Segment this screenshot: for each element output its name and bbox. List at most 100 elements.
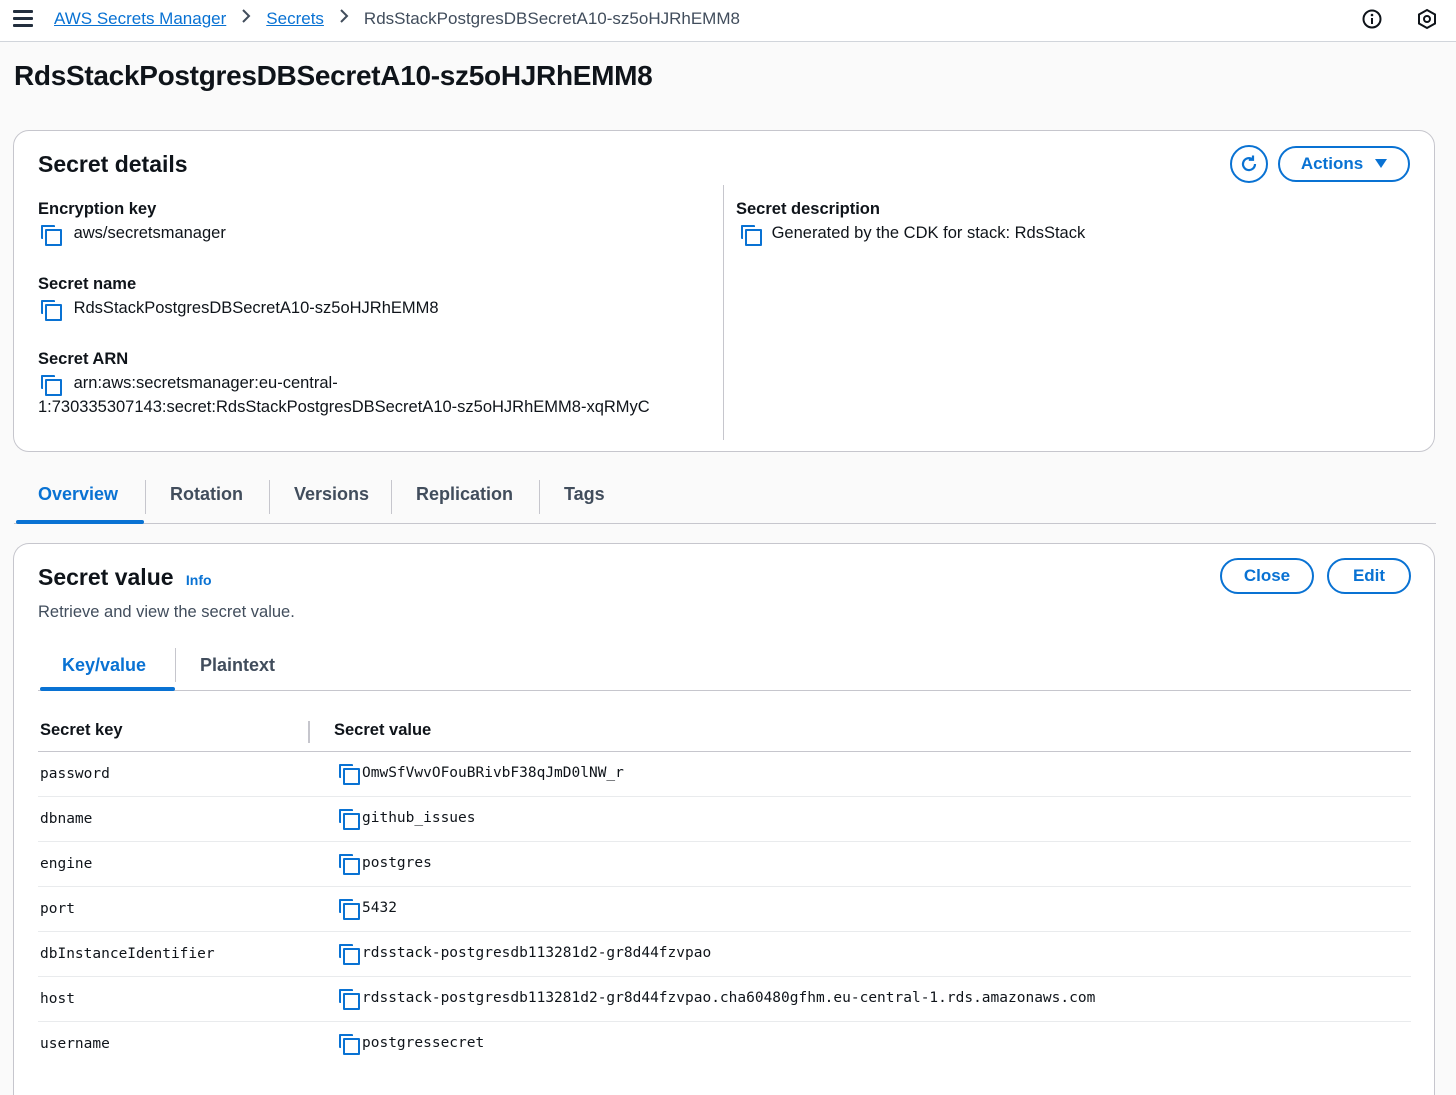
page-title: RdsStackPostgresDBSecretA10-sz5oHJRhEMM8: [14, 60, 653, 91]
encryption-key-label: Encryption key: [38, 200, 157, 218]
secret-value-text: github_issues: [362, 810, 476, 826]
copy-icon[interactable]: [40, 299, 62, 321]
tab-divider: [269, 480, 270, 514]
copy-icon[interactable]: [338, 898, 360, 920]
secret-key-cell: host: [40, 991, 75, 1007]
close-button[interactable]: Close: [1220, 558, 1314, 594]
secret-details-title: Secret details: [38, 151, 188, 177]
info-link[interactable]: Info: [186, 572, 212, 588]
breadcrumb-secrets[interactable]: Secrets: [266, 9, 324, 29]
tab-divider: [539, 480, 540, 514]
refresh-button[interactable]: [1230, 145, 1268, 183]
tab-overview[interactable]: Overview: [38, 484, 118, 505]
secret-value-cell: github_issues: [338, 808, 476, 830]
table-header: Secret key Secret value: [38, 712, 1411, 752]
info-circle-icon[interactable]: [1361, 8, 1383, 30]
breadcrumb-current: RdsStackPostgresDBSecretA10-sz5oHJRhEMM8: [363, 8, 740, 28]
secret-arn-value-line2: 1:730335307143:secret:RdsStackPostgresDB…: [38, 398, 650, 416]
column-divider: [723, 185, 724, 440]
tab-replication[interactable]: Replication: [416, 484, 513, 505]
table-row: host rdsstack-postgresdb113281d2-gr8d44fz…: [38, 977, 1411, 1022]
copy-icon[interactable]: [740, 224, 762, 246]
subtab-active-indicator: [40, 687, 175, 691]
secret-key-cell: username: [40, 1036, 110, 1052]
close-label: Close: [1243, 566, 1291, 585]
secret-key-cell: password: [40, 766, 110, 782]
secret-value-text: OmwSfVwvOFouBRivbF38qJmD0lNW_r: [362, 765, 624, 781]
tab-rotation[interactable]: Rotation: [170, 484, 243, 505]
table-body: password OmwSfVwvOFouBRivbF38qJmD0lNW_rdb…: [38, 752, 1411, 1067]
secret-value-text: rdsstack-postgresdb113281d2-gr8d44fzvpao…: [362, 990, 1096, 1006]
table-row: password OmwSfVwvOFouBRivbF38qJmD0lNW_r: [38, 752, 1411, 797]
secret-key-cell: engine: [40, 856, 93, 872]
tab-divider: [391, 480, 392, 514]
secret-value-text: 5432: [362, 900, 397, 916]
chevron-right-icon: [339, 8, 349, 29]
table-row: username postgressecret: [38, 1022, 1411, 1067]
col-secret-key: Secret key: [40, 721, 123, 739]
column-resizer[interactable]: [308, 721, 310, 743]
secret-name-value: RdsStackPostgresDBSecretA10-sz5oHJRhEMM8: [73, 299, 439, 317]
breadcrumb-secrets-manager[interactable]: AWS Secrets Manager: [54, 9, 226, 29]
tab-versions[interactable]: Versions: [294, 484, 369, 505]
table-row: engine postgres: [38, 842, 1411, 887]
secret-details-card: Secret details Actions Encryption key aw…: [13, 130, 1435, 452]
secret-value-description: Retrieve and view the secret value.: [38, 603, 295, 621]
top-navigation-bar: AWS Secrets Manager Secrets RdsStackPost…: [0, 0, 1456, 42]
table-row: port 5432: [38, 887, 1411, 932]
secret-value-cell: 5432: [338, 898, 397, 920]
secret-value-text: rdsstack-postgresdb113281d2-gr8d44fzvpao: [362, 945, 712, 961]
secret-value-cell: postgressecret: [338, 1033, 485, 1055]
secret-value-cell: OmwSfVwvOFouBRivbF38qJmD0lNW_r: [338, 763, 624, 785]
secret-tabs: Overview Rotation Versions Replication T…: [14, 474, 1436, 524]
secret-arn-field: arn:aws:secretsmanager:eu-central-: [40, 371, 338, 396]
secret-value-title-row: Secret value Info: [38, 564, 212, 591]
secret-value-text: postgressecret: [362, 1035, 485, 1051]
copy-icon[interactable]: [338, 988, 360, 1010]
table-row: dbInstanceIdentifier rdsstack-postgresdb1…: [38, 932, 1411, 977]
menu-icon[interactable]: [13, 10, 33, 28]
secret-value-cell: rdsstack-postgresdb113281d2-gr8d44fzvpao: [338, 943, 712, 965]
copy-icon[interactable]: [338, 943, 360, 965]
table-row: dbname github_issues: [38, 797, 1411, 842]
secret-key-cell: port: [40, 901, 75, 917]
caret-down-icon: [1375, 159, 1388, 168]
secret-key-cell: dbInstanceIdentifier: [40, 946, 215, 962]
edit-button[interactable]: Edit: [1327, 558, 1411, 594]
edit-label: Edit: [1352, 566, 1386, 585]
key-value-table: Secret key Secret value password OmwSfVwv…: [38, 712, 1411, 1067]
tab-key-value[interactable]: Key/value: [62, 655, 146, 676]
secret-name-field: RdsStackPostgresDBSecretA10-sz5oHJRhEMM8: [40, 296, 439, 321]
col-secret-value: Secret value: [334, 721, 432, 739]
secret-description-value: Generated by the CDK for stack: RdsStack: [771, 224, 1086, 242]
copy-icon[interactable]: [338, 763, 360, 785]
shield-hexagon-icon[interactable]: [1416, 8, 1438, 30]
tab-divider: [145, 480, 146, 514]
secret-value-text: postgres: [362, 855, 432, 871]
actions-label: Actions: [1300, 154, 1364, 173]
breadcrumb: AWS Secrets Manager Secrets RdsStackPost…: [54, 8, 740, 29]
secret-value-subtabs: Key/value Plaintext: [38, 648, 1411, 691]
secret-name-label: Secret name: [38, 275, 137, 293]
encryption-key-field: aws/secretsmanager: [40, 221, 226, 246]
secret-arn-label: Secret ARN: [38, 350, 129, 368]
copy-icon[interactable]: [338, 853, 360, 875]
tab-active-indicator: [16, 520, 144, 524]
refresh-icon: [1241, 155, 1257, 172]
copy-icon[interactable]: [338, 808, 360, 830]
tab-divider: [175, 648, 176, 682]
encryption-key-value: aws/secretsmanager: [73, 224, 226, 242]
secret-value-title: Secret value: [38, 564, 174, 590]
tab-tags[interactable]: Tags: [564, 484, 605, 505]
copy-icon[interactable]: [338, 1033, 360, 1055]
copy-icon[interactable]: [40, 224, 62, 246]
secret-value-cell: postgres: [338, 853, 432, 875]
chevron-right-icon: [241, 8, 251, 29]
copy-icon[interactable]: [40, 374, 62, 396]
secret-key-cell: dbname: [40, 811, 93, 827]
secret-description-label: Secret description: [736, 200, 880, 218]
tab-plaintext[interactable]: Plaintext: [200, 655, 275, 676]
actions-button[interactable]: Actions: [1278, 146, 1410, 182]
secret-arn-value-line1: arn:aws:secretsmanager:eu-central-: [73, 374, 338, 392]
secret-value-cell: rdsstack-postgresdb113281d2-gr8d44fzvpao…: [338, 988, 1096, 1010]
